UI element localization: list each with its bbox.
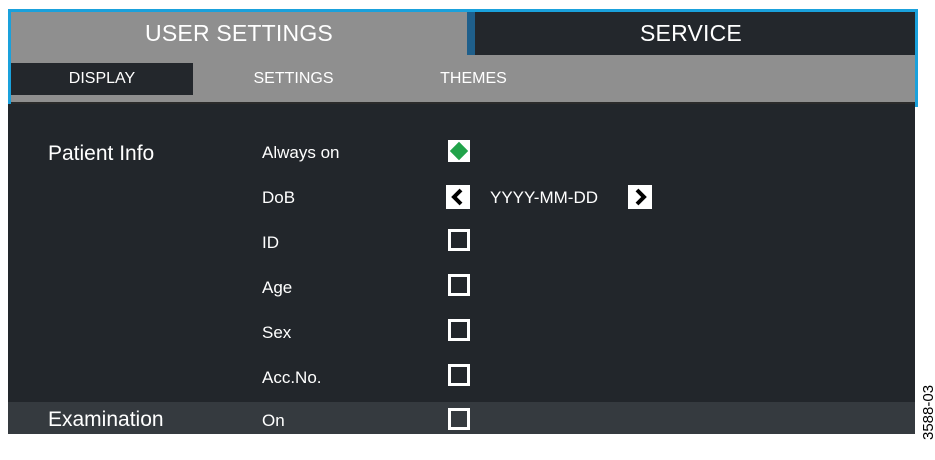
dob-format-value: YYYY-MM-DD: [490, 188, 598, 207]
subtab-settings-label: SETTINGS: [253, 70, 334, 87]
display-settings-panel: Patient Info Always on DoB YYYY-MM-DD ID…: [8, 104, 915, 434]
subtab-display[interactable]: DISPLAY: [11, 63, 193, 95]
dob-format-prev-button[interactable]: [446, 185, 470, 209]
tab-user-settings-label: USER SETTINGS: [145, 20, 333, 46]
label-age: Age: [262, 278, 293, 297]
label-id: ID: [262, 233, 279, 252]
tab-user-settings[interactable]: USER SETTINGS: [11, 12, 467, 55]
tab-service[interactable]: SERVICE: [467, 12, 915, 55]
tab-service-label: SERVICE: [640, 20, 742, 46]
checkbox-id[interactable]: [448, 229, 470, 251]
checkbox-examination-on[interactable]: [448, 408, 470, 430]
checkbox-age[interactable]: [448, 274, 470, 296]
chevron-left-icon: [451, 188, 463, 206]
label-always-on: Always on: [262, 143, 340, 162]
checkbox-sex[interactable]: [448, 319, 470, 341]
chevron-right-icon: [635, 188, 647, 206]
checked-dot-icon: [449, 141, 469, 161]
label-examination-on: On: [262, 411, 285, 430]
subtab-display-label: DISPLAY: [68, 70, 136, 87]
checkbox-acc-no[interactable]: [448, 364, 470, 386]
settings-header: USER SETTINGS SERVICE DISPLAY SETTINGS T…: [8, 9, 918, 107]
examination-row: Examination On: [8, 402, 915, 434]
subtab-settings[interactable]: SETTINGS: [211, 63, 376, 95]
dob-format-next-button[interactable]: [628, 185, 652, 209]
section-patient-info: Patient Info: [48, 142, 155, 165]
subtab-bar: DISPLAY SETTINGS THEMES: [11, 55, 915, 104]
subtab-themes[interactable]: THEMES: [416, 63, 531, 95]
checkbox-always-on[interactable]: [448, 140, 470, 162]
figure-code: 3588-03: [920, 384, 935, 440]
label-dob: DoB: [262, 188, 296, 207]
tab-service-accent: [467, 12, 475, 55]
label-sex: Sex: [262, 323, 292, 342]
section-examination: Examination: [48, 408, 164, 431]
label-acc-no: Acc.No.: [262, 368, 322, 387]
subtab-themes-label: THEMES: [440, 70, 507, 87]
